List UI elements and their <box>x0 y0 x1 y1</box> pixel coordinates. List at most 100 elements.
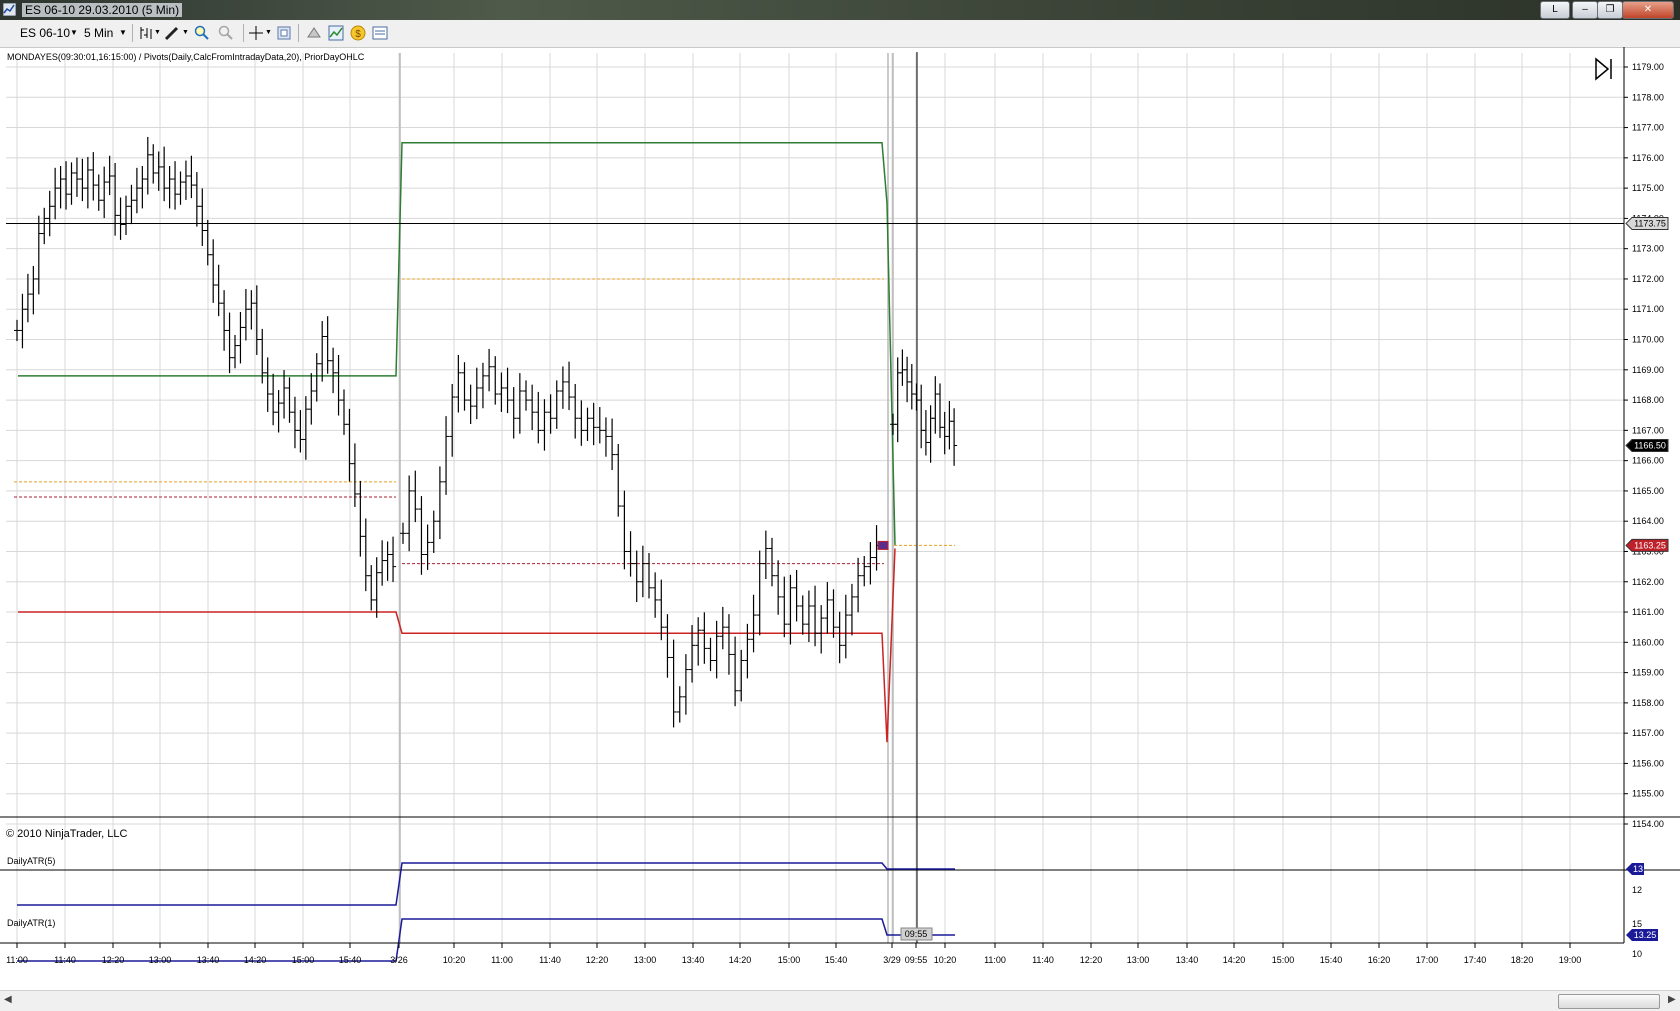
y-tick-label: 1171.00 <box>1632 304 1664 314</box>
app-icon <box>3 3 16 16</box>
data-box-icon[interactable] <box>306 25 322 41</box>
bar-style-icon[interactable] <box>138 25 154 41</box>
y-tick-label: 1168.00 <box>1632 395 1664 405</box>
instrument-selector[interactable]: ES 06-10 <box>20 25 70 41</box>
x-tick-label: 09:55 <box>905 955 928 965</box>
atr1-label: DailyATR(1) <box>7 918 56 928</box>
title-bar: ES 06-10 29.03.2010 (5 Min) L – ❐ ✕ <box>0 0 1680 20</box>
indicators-icon[interactable] <box>328 25 344 41</box>
y-tick-label: 1169.00 <box>1632 365 1664 375</box>
order-icon[interactable] <box>372 25 388 41</box>
strategies-icon[interactable]: $ <box>350 25 366 41</box>
x-tick-label: 15:40 <box>339 955 362 965</box>
maximize-button[interactable]: ❐ <box>1597 1 1623 19</box>
y-tick-label: 1167.00 <box>1632 425 1664 435</box>
x-tick-label: 17:40 <box>1464 955 1487 965</box>
price-axis: 1179.001178.001177.001176.001175.001174.… <box>1623 47 1664 943</box>
y-tick-label: 1178.00 <box>1632 92 1664 102</box>
crosshair-time-marker: 09:55 <box>900 927 933 941</box>
atr5-value-marker: 13 <box>1626 863 1644 875</box>
y-tick-label: 1158.00 <box>1632 698 1664 708</box>
draw-pencil-icon[interactable] <box>164 25 180 41</box>
atr-panels: 12 13 15 10 13.25 <box>0 816 1680 962</box>
scroll-to-end-triangle <box>1595 57 1610 81</box>
scroll-left-icon[interactable]: ◀ <box>4 994 12 1005</box>
link-button[interactable]: L <box>1540 1 1570 19</box>
y-tick-label: 1176.00 <box>1632 153 1664 163</box>
price-bars <box>14 136 958 728</box>
zoom-in-icon[interactable] <box>194 25 210 41</box>
indicator-list: MONDAYES(09:30:01,16:15:00) / Pivots(Dai… <box>7 52 365 62</box>
bar-style-dropdown-icon[interactable]: ▼ <box>154 25 161 41</box>
draw-dropdown-icon[interactable]: ▼ <box>182 25 189 41</box>
atr5-line <box>17 862 955 906</box>
time-axis: 11:00 11:40 12:20 13:00 13:40 14:20 15:00 15:40… <box>0 942 1624 965</box>
x-tick-label: 11:40 <box>1032 955 1054 965</box>
scroll-to-end-icon <box>1595 57 1612 81</box>
properties-icon[interactable] <box>276 25 292 41</box>
x-tick-label: 13:00 <box>1127 955 1150 965</box>
x-tick-label: 11:00 <box>984 955 1006 965</box>
y-tick-label: 1162.00 <box>1632 577 1664 587</box>
x-tick-label: 10:20 <box>443 955 466 965</box>
crosshair-dropdown-icon[interactable]: ▼ <box>265 25 272 41</box>
window-title: ES 06-10 29.03.2010 (5 Min) <box>22 3 183 17</box>
x-tick-label: 3/29 <box>883 955 901 965</box>
crosshair-time-text: 09:55 <box>905 929 928 939</box>
x-tick-label: 13:40 <box>197 955 220 965</box>
chart-grid <box>6 53 1624 943</box>
atr5-scale-label: 12 <box>1632 885 1642 895</box>
horizontal-scrollbar[interactable]: ◀ ▶ <box>0 990 1680 1011</box>
y-tick-label: 1177.00 <box>1632 123 1664 133</box>
interval-selector[interactable]: 5 Min <box>84 25 113 41</box>
x-tick-label: 10:20 <box>934 955 957 965</box>
instrument-dropdown-icon[interactable]: ▼ <box>70 25 78 41</box>
scroll-thumb[interactable] <box>1558 994 1660 1009</box>
svg-text:$: $ <box>355 29 361 40</box>
x-tick-label: 16:20 <box>1368 955 1391 965</box>
zoom-out-icon[interactable] <box>218 25 234 41</box>
y-tick-label: 1170.00 <box>1632 335 1664 345</box>
atr1-marker-text: 13.25 <box>1634 930 1657 940</box>
crosshair-price-marker-text: 1173.75 <box>1634 218 1666 228</box>
pivot-lines <box>14 53 955 943</box>
atr1-value-marker: 13.25 <box>1626 929 1658 941</box>
interval-dropdown-icon[interactable]: ▼ <box>119 25 127 41</box>
minimize-button[interactable]: – <box>1572 1 1598 19</box>
x-tick-label: 18:20 <box>1511 955 1534 965</box>
x-tick-label: 15:40 <box>1320 955 1343 965</box>
crosshair-price-marker: 1173.75 <box>1625 216 1669 230</box>
x-tick-label: 12:20 <box>586 955 609 965</box>
x-tick-label: 3/26 <box>390 955 408 965</box>
x-tick-label: 11:00 <box>491 955 513 965</box>
copyright-label: © 2010 NinjaTrader, LLC <box>6 828 128 840</box>
y-tick-label: 1179.00 <box>1632 62 1664 72</box>
y-tick-label: 1164.00 <box>1632 516 1664 526</box>
close-button[interactable]: ✕ <box>1622 1 1674 19</box>
x-tick-label: 11:40 <box>539 955 561 965</box>
price-chart[interactable]: 1179.001178.001177.001176.001175.001174.… <box>0 47 1680 990</box>
x-tick-label: 12:20 <box>1080 955 1103 965</box>
y-tick-label: 1160.00 <box>1632 637 1664 647</box>
x-tick-label: 17:00 <box>1416 955 1439 965</box>
y-tick-label: 1156.00 <box>1632 758 1664 768</box>
y-tick-label: 1157.00 <box>1632 728 1664 738</box>
crosshair-icon[interactable] <box>248 25 264 41</box>
x-tick-label: 14:20 <box>1223 955 1246 965</box>
resistance-line <box>18 141 896 546</box>
y-tick-label: 1172.00 <box>1632 274 1664 284</box>
x-tick-label: 15:00 <box>1272 955 1295 965</box>
x-tick-label: 15:40 <box>825 955 848 965</box>
y-tick-label: 1173.00 <box>1632 244 1664 254</box>
x-tick-label: 11:00 <box>6 955 28 965</box>
y-tick-label: 1159.00 <box>1632 668 1664 678</box>
scroll-right-icon[interactable]: ▶ <box>1668 994 1676 1005</box>
atr1-scale-label: 15 <box>1632 919 1642 929</box>
y-tick-label: 1166.00 <box>1632 456 1664 466</box>
last-price-marker-text: 1166.50 <box>1634 441 1666 451</box>
x-tick-label: 12:20 <box>102 955 125 965</box>
x-tick-label: 14:20 <box>729 955 752 965</box>
x-tick-label: 19:00 <box>1559 955 1582 965</box>
x-tick-label: 14:20 <box>244 955 267 965</box>
x-tick-label: 13:40 <box>682 955 705 965</box>
